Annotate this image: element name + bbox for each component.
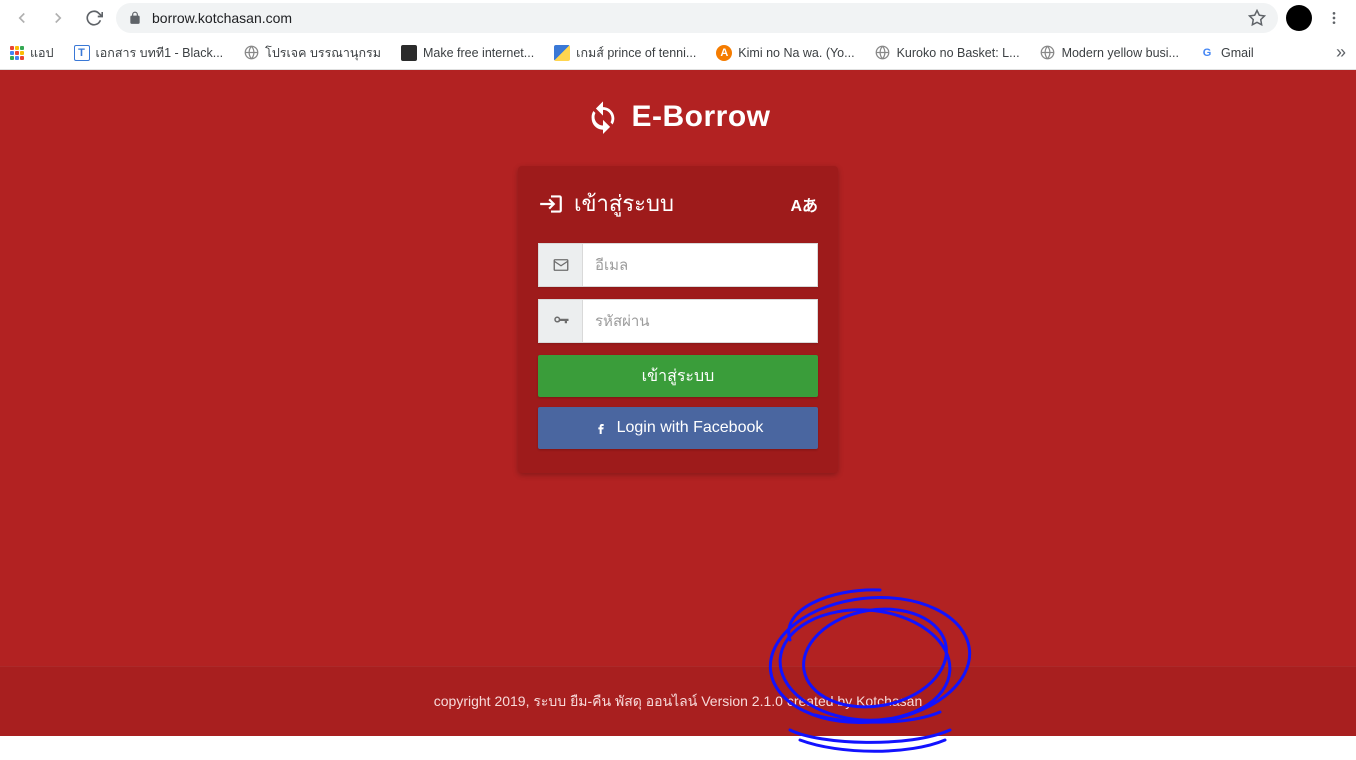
globe-icon [875, 45, 891, 61]
profile-avatar[interactable] [1286, 5, 1312, 31]
bookmark-label: โปรเจค บรรณานุกรม [265, 43, 381, 63]
login-door-icon [538, 191, 564, 217]
login-card: เข้าสู่ระบบ Aあ เข้าสู่ระบบ [518, 166, 838, 473]
footer-text: copyright 2019, ระบบ ยืม-คืน พัสดุ ออนไล… [434, 691, 923, 713]
bookmark-item[interactable]: T เอกสาร บทที1 - Black... [74, 43, 224, 63]
back-button[interactable] [8, 4, 36, 32]
email-field[interactable] [582, 243, 818, 287]
bookmark-label: Gmail [1221, 46, 1254, 60]
bookmark-star-icon[interactable] [1248, 9, 1266, 27]
button-label: Login with Facebook [617, 419, 764, 437]
bookmark-item[interactable]: A Kimi no Na wa. (Yo... [716, 45, 854, 61]
bookmark-item[interactable]: G Gmail [1199, 45, 1254, 61]
browser-toolbar: borrow.kotchasan.com [0, 0, 1356, 36]
bookmark-label: แอป [30, 43, 54, 63]
login-title: เข้าสู่ระบบ [574, 186, 674, 221]
browser-menu-button[interactable] [1320, 4, 1348, 32]
password-input-group [538, 299, 818, 343]
page-body: E-Borrow เข้าสู่ระบบ Aあ [0, 70, 1356, 736]
bookmark-label: Modern yellow busi... [1062, 46, 1179, 60]
bookmark-item[interactable]: Kuroko no Basket: L... [875, 45, 1020, 61]
key-icon [538, 299, 582, 343]
url-text: borrow.kotchasan.com [152, 10, 292, 26]
password-field[interactable] [582, 299, 818, 343]
bookmark-label: Kuroko no Basket: L... [897, 46, 1020, 60]
bookmark-label: Kimi no Na wa. (Yo... [738, 46, 854, 60]
bookmark-label: เกมส์ prince of tenni... [576, 43, 696, 63]
refresh-arrows-icon [586, 100, 620, 134]
page-footer: copyright 2019, ระบบ ยืม-คืน พัสดุ ออนไล… [0, 666, 1356, 736]
login-submit-button[interactable]: เข้าสู่ระบบ [538, 355, 818, 397]
bookmarks-overflow-button[interactable]: » [1336, 42, 1346, 63]
bookmarks-bar: แอป T เอกสาร บทที1 - Black... โปรเจค บรร… [0, 36, 1356, 70]
google-icon: G [1199, 45, 1215, 61]
login-facebook-button[interactable]: Login with Facebook [538, 407, 818, 449]
globe-icon [243, 45, 259, 61]
facebook-icon [593, 420, 609, 436]
forward-button[interactable] [44, 4, 72, 32]
language-switch-button[interactable]: Aあ [790, 192, 818, 216]
bookmark-apps[interactable]: แอป [10, 43, 54, 63]
address-bar[interactable]: borrow.kotchasan.com [116, 3, 1278, 33]
globe-icon [1040, 45, 1056, 61]
reload-button[interactable] [80, 4, 108, 32]
bookmark-item[interactable]: โปรเจค บรรณานุกรม [243, 43, 381, 63]
site-icon [554, 45, 570, 61]
bookmark-item[interactable]: เกมส์ prince of tenni... [554, 43, 696, 63]
site-icon: A [716, 45, 732, 61]
email-input-group [538, 243, 818, 287]
app-logo: E-Borrow [586, 100, 771, 134]
site-icon [401, 45, 417, 61]
button-label: เข้าสู่ระบบ [642, 364, 715, 389]
envelope-icon [538, 243, 582, 287]
bookmark-item[interactable]: Modern yellow busi... [1040, 45, 1179, 61]
bookmark-label: Make free internet... [423, 46, 534, 60]
app-title: E-Borrow [632, 100, 771, 134]
page-icon: T [74, 45, 90, 61]
bookmark-item[interactable]: Make free internet... [401, 45, 534, 61]
bookmark-label: เอกสาร บทที1 - Black... [96, 43, 224, 63]
apps-icon [10, 46, 24, 60]
lock-icon [128, 11, 142, 25]
